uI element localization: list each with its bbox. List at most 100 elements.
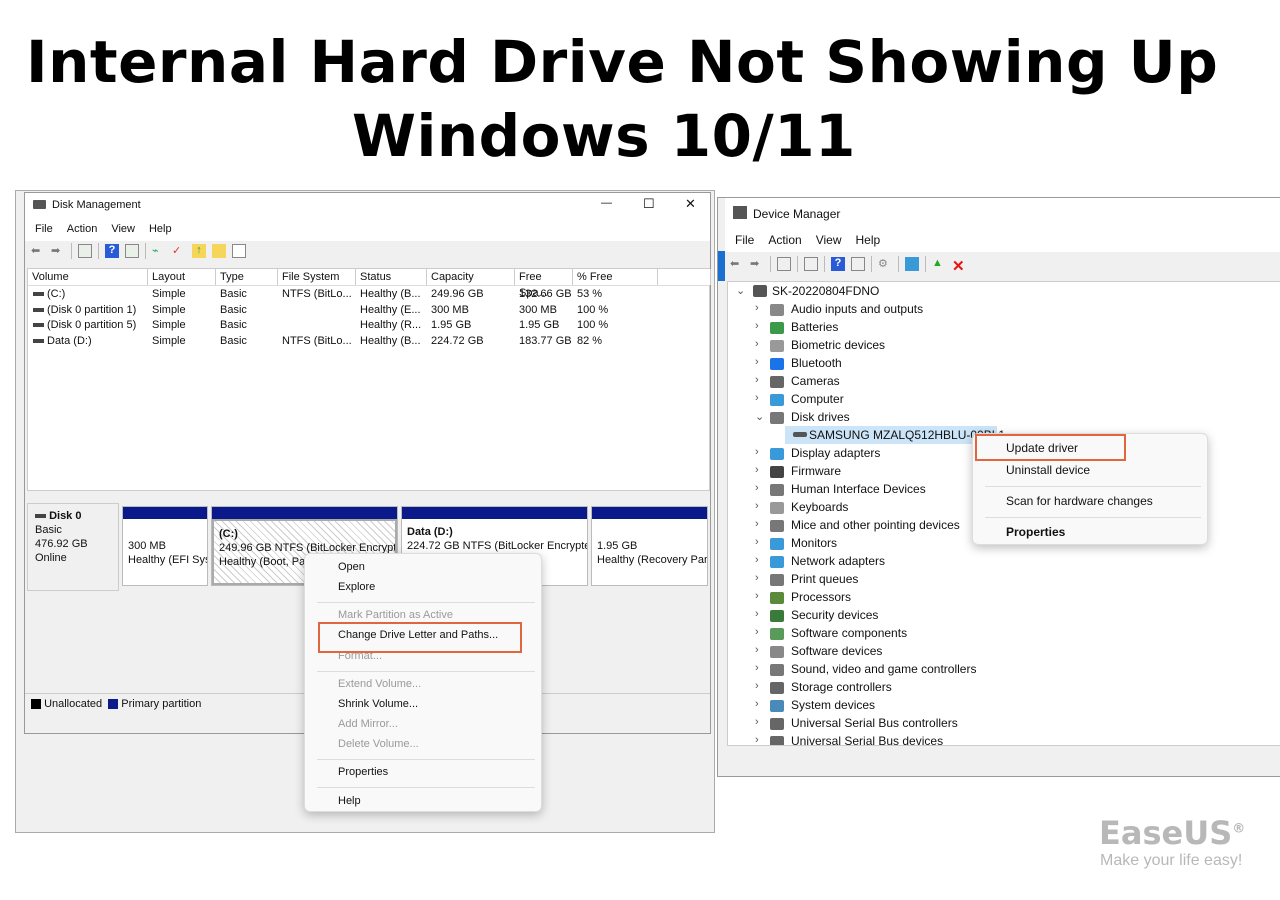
partition[interactable]: 300 MB Healthy (EFI Sys — [122, 506, 208, 586]
close-button[interactable]: ✕ — [685, 196, 696, 212]
uninstall-icon[interactable]: ✕ — [952, 257, 966, 275]
menu-item-scan-for-hardware-changes[interactable]: Scan for hardware changes — [1006, 494, 1153, 508]
menu-item-explore[interactable]: Explore — [338, 581, 375, 593]
console-tree-icon[interactable] — [777, 257, 791, 271]
expand-chevron[interactable]: › — [755, 608, 759, 620]
tree-category[interactable]: Software devices — [791, 644, 882, 658]
menu-view[interactable]: View — [816, 233, 842, 247]
menu-action[interactable]: Action — [67, 223, 98, 235]
expand-chevron[interactable]: › — [755, 554, 759, 566]
menu-file[interactable]: File — [735, 233, 754, 247]
search-folder-icon[interactable] — [212, 244, 226, 258]
collapse-chevron[interactable]: ⌄ — [755, 410, 764, 423]
console-tree-icon[interactable] — [78, 244, 92, 258]
expand-chevron[interactable]: › — [755, 662, 759, 674]
tree-category[interactable]: Disk drives — [791, 410, 850, 424]
tree-category[interactable]: Processors — [791, 590, 851, 604]
tree-device-selected[interactable]: SAMSUNG MZALQ512HBLU-00BL1 — [785, 426, 1005, 444]
forward-icon[interactable]: ➡ — [750, 257, 764, 271]
expand-chevron[interactable]: › — [755, 446, 759, 458]
column-header[interactable]: Free Spa... — [515, 269, 573, 299]
tree-root[interactable]: SK-20220804FDNO — [772, 284, 879, 298]
expand-chevron[interactable]: › — [755, 698, 759, 710]
tree-category[interactable]: Audio inputs and outputs — [791, 302, 923, 316]
tree-category[interactable]: System devices — [791, 698, 875, 712]
expand-chevron[interactable]: › — [755, 392, 759, 404]
expand-chevron[interactable]: › — [755, 482, 759, 494]
column-header[interactable]: Status — [356, 269, 427, 285]
column-header[interactable]: Type — [216, 269, 278, 285]
tree-category[interactable]: Firmware — [791, 464, 841, 478]
action-pane-icon[interactable] — [851, 257, 865, 271]
tree-category[interactable]: Display adapters — [791, 446, 880, 460]
tree-category[interactable]: Security devices — [791, 608, 878, 622]
properties-icon[interactable] — [804, 257, 818, 271]
expand-chevron[interactable]: › — [755, 590, 759, 602]
expand-chevron[interactable]: › — [755, 680, 759, 692]
partition[interactable]: 1.95 GB Healthy (Recovery Par — [591, 506, 708, 586]
table-row[interactable]: Data (D:) Simple Basic NTFS (BitLo... Health… — [28, 334, 709, 349]
expand-chevron[interactable]: › — [755, 536, 759, 548]
properties-icon[interactable] — [232, 244, 246, 258]
tree-category[interactable]: Human Interface Devices — [791, 482, 926, 496]
tree-category[interactable]: Cameras — [791, 374, 840, 388]
column-header[interactable]: Capacity — [427, 269, 515, 285]
column-header[interactable]: % Free — [573, 269, 658, 285]
table-row[interactable]: (Disk 0 partition 5) Simple Basic Healthy (… — [28, 318, 709, 333]
expand-chevron[interactable]: › — [755, 302, 759, 314]
tree-category[interactable]: Storage controllers — [791, 680, 892, 694]
menu-file[interactable]: File — [35, 223, 53, 235]
tree-category[interactable]: Batteries — [791, 320, 838, 334]
tree-category[interactable]: Universal Serial Bus devices — [791, 734, 943, 745]
tree-category[interactable]: Monitors — [791, 536, 837, 550]
help-icon[interactable]: ? — [831, 257, 845, 271]
tree-category[interactable]: Network adapters — [791, 554, 885, 568]
tree-category[interactable]: Biometric devices — [791, 338, 885, 352]
minimize-button[interactable]: — — [601, 197, 612, 209]
column-header[interactable]: Volume — [28, 269, 148, 285]
folder-up-icon[interactable]: ↑ — [192, 244, 206, 258]
tree-category[interactable]: Bluetooth — [791, 356, 842, 370]
menu-item-properties[interactable]: Properties — [338, 766, 388, 778]
tree-category[interactable]: Print queues — [791, 572, 858, 586]
expand-chevron[interactable]: › — [755, 518, 759, 530]
menu-item-properties[interactable]: Properties — [1006, 525, 1065, 539]
update-driver-icon[interactable]: ⚙ — [878, 257, 892, 271]
forward-icon[interactable]: ➡ — [51, 244, 65, 258]
expand-chevron[interactable]: › — [755, 374, 759, 386]
expand-chevron[interactable]: › — [755, 338, 759, 350]
connect-icon[interactable]: ⌁ — [152, 244, 166, 258]
tree-category[interactable]: Computer — [791, 392, 844, 406]
check-icon[interactable]: ✓ — [172, 244, 186, 258]
menu-help[interactable]: Help — [149, 223, 172, 235]
scan-hardware-icon[interactable] — [905, 257, 919, 271]
menu-item-open[interactable]: Open — [338, 561, 365, 573]
tree-category[interactable]: Mice and other pointing devices — [791, 518, 960, 532]
back-icon[interactable]: ⬅ — [730, 257, 744, 271]
back-icon[interactable]: ⬅ — [31, 244, 45, 258]
expand-chevron[interactable]: › — [755, 500, 759, 512]
expand-chevron[interactable]: › — [755, 356, 759, 368]
expand-chevron[interactable]: › — [755, 572, 759, 584]
tree-category[interactable]: Sound, video and game controllers — [791, 662, 976, 676]
column-header[interactable]: Layout — [148, 269, 216, 285]
expand-chevron[interactable]: › — [755, 734, 759, 745]
menu-item-uninstall-device[interactable]: Uninstall device — [1006, 463, 1090, 477]
tree-category[interactable]: Software components — [791, 626, 907, 640]
expand-chevron[interactable]: › — [755, 320, 759, 332]
tree-category[interactable]: Universal Serial Bus controllers — [791, 716, 958, 730]
expand-chevron[interactable]: › — [755, 716, 759, 728]
enable-device-icon[interactable]: ▲ — [932, 257, 946, 271]
menu-item-help[interactable]: Help — [338, 795, 361, 807]
menu-view[interactable]: View — [111, 223, 135, 235]
expand-chevron[interactable]: › — [755, 626, 759, 638]
expand-chevron[interactable]: ⌄ — [736, 284, 745, 297]
table-row[interactable]: (Disk 0 partition 1) Simple Basic Healthy (… — [28, 303, 709, 318]
help-icon[interactable]: ? — [105, 244, 119, 258]
expand-chevron[interactable]: › — [755, 644, 759, 656]
maximize-button[interactable]: ☐ — [643, 196, 655, 212]
table-row[interactable]: (C:) Simple Basic NTFS (BitLo... Healthy (B.… — [28, 287, 709, 302]
menu-help[interactable]: Help — [856, 233, 881, 247]
menu-action[interactable]: Action — [768, 233, 801, 247]
action-pane-icon[interactable] — [125, 244, 139, 258]
